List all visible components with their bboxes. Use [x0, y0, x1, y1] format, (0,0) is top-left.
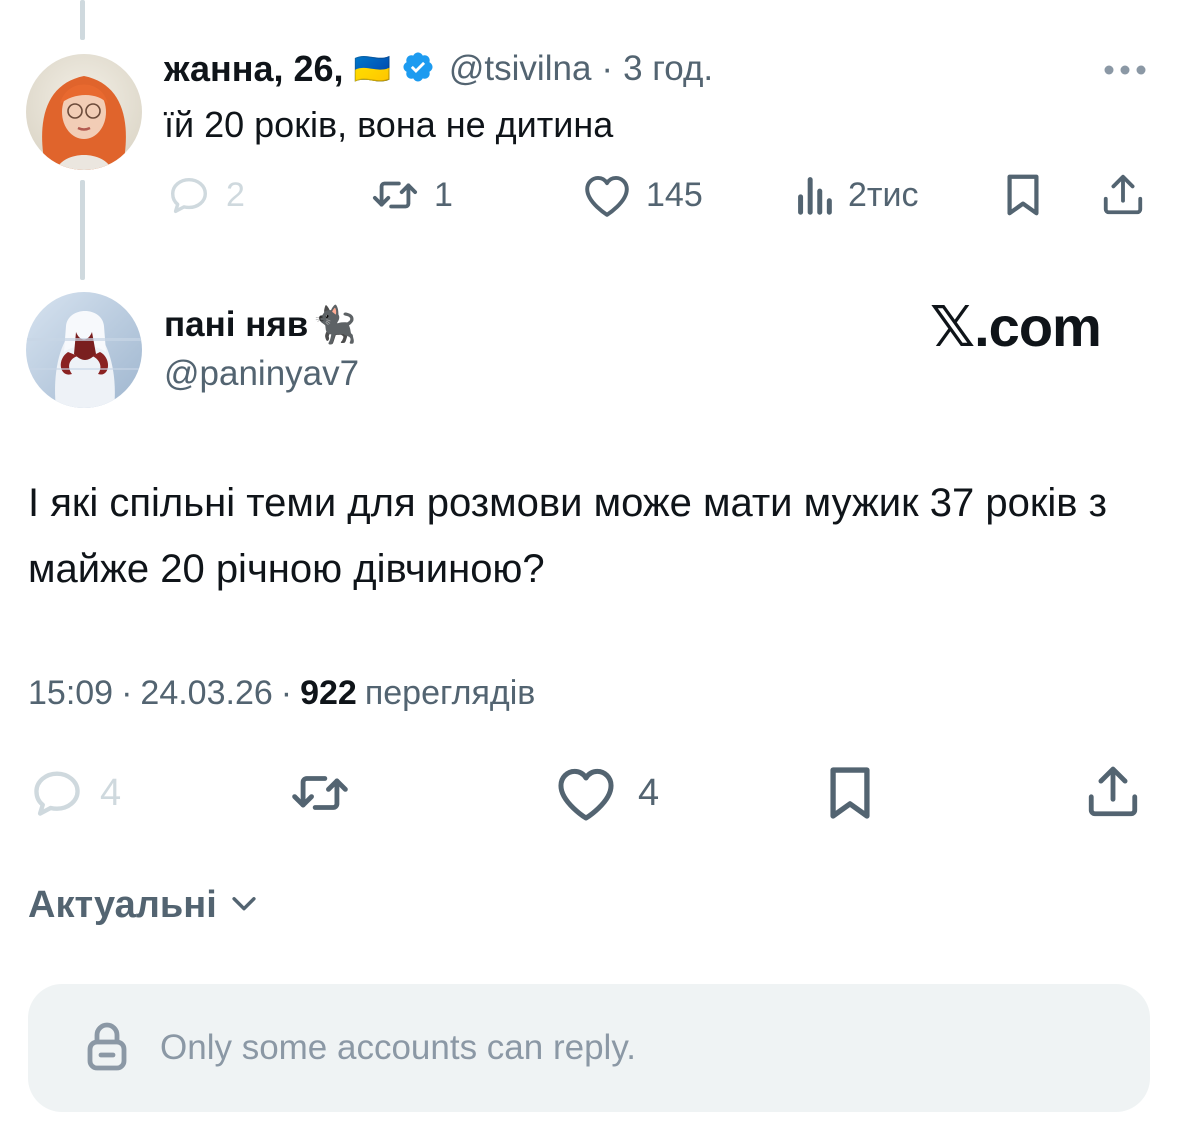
main-like-count: 4 — [638, 771, 660, 814]
sort-dropdown[interactable]: Актуальні — [28, 884, 261, 927]
main-reply-count: 4 — [100, 771, 122, 814]
verified-icon — [401, 50, 435, 89]
parent-header: жанна, 26, 🇺🇦 @tsivilna · 3 год. — [164, 48, 713, 90]
parent-like-button[interactable]: 145 — [582, 172, 703, 218]
main-bookmark-button[interactable] — [824, 764, 876, 827]
reply-restriction-bar: Only some accounts can reply. — [28, 984, 1150, 1112]
parent-retweet-count: 1 — [434, 175, 453, 214]
x-watermark: 𝕏.com — [930, 295, 1102, 358]
main-tweet-text: І які спільні теми для розмови може мати… — [28, 481, 1107, 591]
parent-tweet-text: їй 20 років, вона не дитина — [164, 104, 614, 145]
bookmark-icon — [824, 767, 876, 826]
retweet-icon — [288, 776, 352, 826]
more-icon[interactable] — [1102, 62, 1148, 83]
parent-share-button[interactable] — [1100, 172, 1146, 223]
share-icon — [1084, 766, 1142, 826]
meta-separator-2: · — [280, 674, 293, 712]
main-meta: 15:09 · 24.03.26 · 922 переглядів — [28, 674, 535, 713]
retweet-icon — [370, 172, 420, 218]
reply-icon — [166, 172, 212, 218]
views-icon — [794, 172, 834, 218]
chevron-down-icon — [227, 886, 261, 925]
parent-separator: · — [601, 49, 614, 88]
parent-avatar[interactable] — [26, 54, 142, 170]
main-date[interactable]: 24.03.26 — [140, 674, 272, 713]
lock-icon — [84, 1020, 130, 1077]
parent-views-count: 2тис — [848, 175, 919, 214]
meta-separator-1: · — [121, 674, 133, 712]
parent-reply-button[interactable]: 2 — [166, 172, 245, 218]
flag-emoji: 🇺🇦 — [353, 52, 391, 86]
main-like-button[interactable]: 4 — [554, 764, 659, 822]
main-views-label: переглядів — [364, 674, 536, 712]
main-reply-button[interactable]: 4 — [28, 764, 121, 822]
main-views-count: 922 — [300, 674, 357, 712]
thread-line-bottom — [80, 180, 85, 280]
main-avatar[interactable] — [26, 292, 142, 408]
parent-reply-count: 2 — [226, 175, 245, 214]
parent-handle[interactable]: @tsivilna — [449, 49, 592, 89]
parent-retweet-button[interactable]: 1 — [370, 172, 453, 218]
parent-bookmark-button[interactable] — [1002, 172, 1044, 223]
reply-icon — [28, 764, 86, 822]
sort-label: Актуальні — [28, 884, 217, 926]
main-retweet-button[interactable] — [288, 764, 352, 827]
main-share-button[interactable] — [1084, 762, 1142, 827]
thread-line-top — [80, 0, 85, 40]
main-handle[interactable]: @paninyav7 — [164, 354, 359, 394]
like-icon — [554, 764, 618, 822]
main-time[interactable]: 15:09 — [28, 674, 113, 713]
parent-display-name[interactable]: жанна, 26, — [164, 48, 344, 90]
parent-like-count: 145 — [646, 175, 703, 214]
cat-emoji: 🐈‍⬛ — [312, 304, 358, 345]
parent-views-button[interactable]: 2тис — [794, 172, 918, 218]
reply-restriction-text: Only some accounts can reply. — [160, 1028, 636, 1067]
parent-time[interactable]: 3 год. — [623, 49, 713, 89]
share-icon — [1100, 174, 1146, 222]
like-icon — [582, 172, 632, 218]
main-name-row: пані няв 🐈‍⬛ — [164, 304, 357, 346]
bookmark-icon — [1002, 174, 1044, 222]
main-display-name[interactable]: пані няв — [164, 305, 308, 345]
